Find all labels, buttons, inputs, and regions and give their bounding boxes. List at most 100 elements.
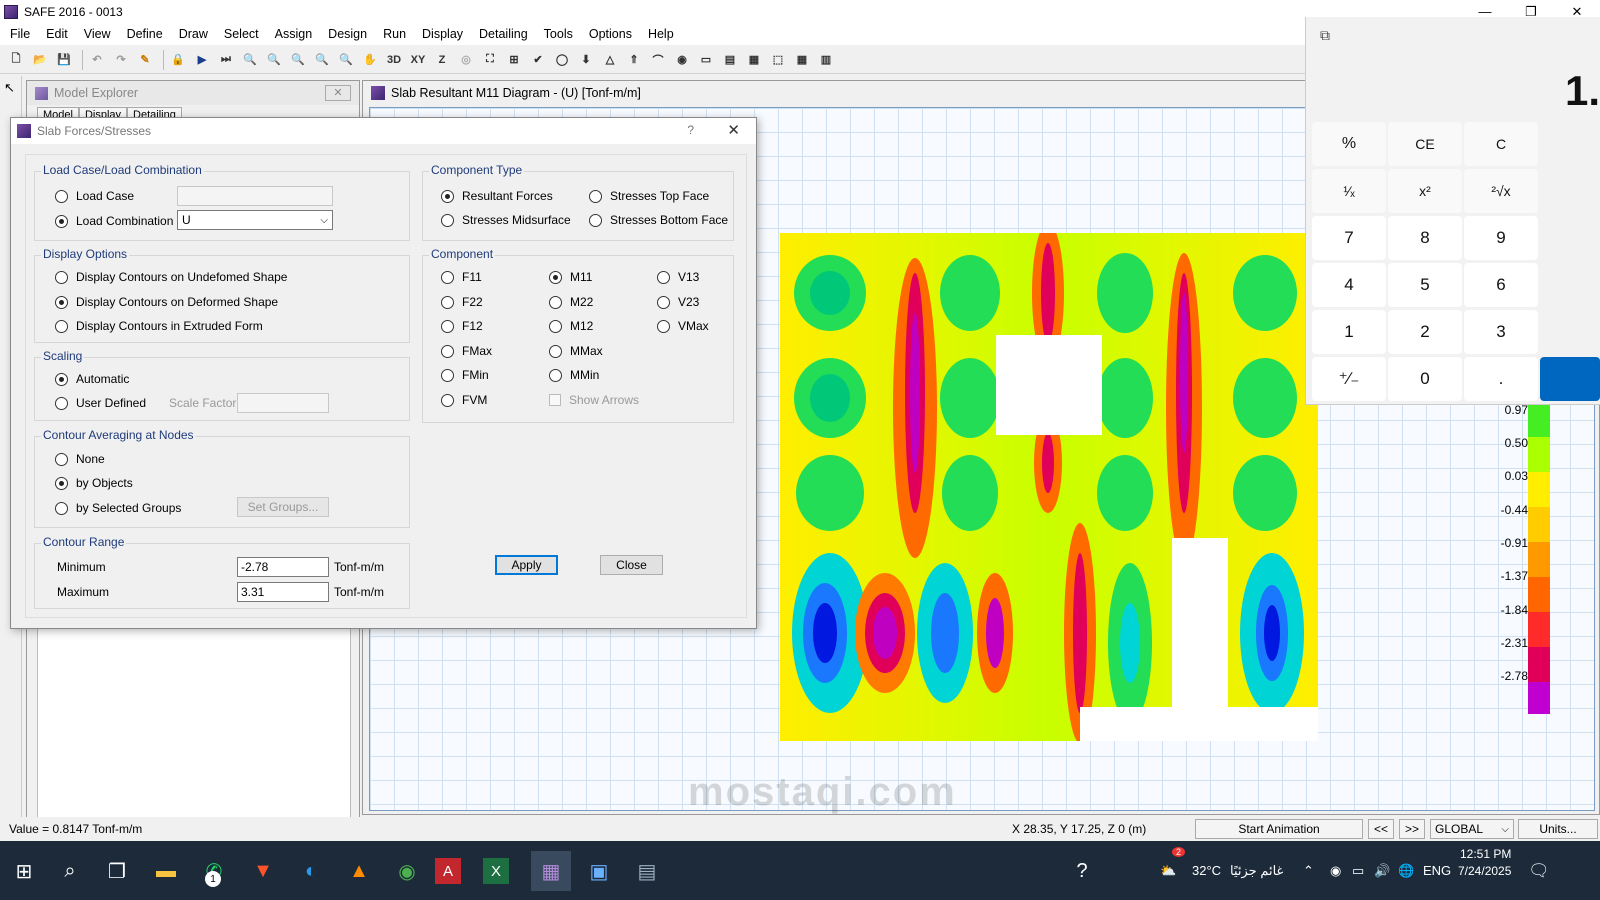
- extruded-radio[interactable]: [55, 319, 68, 333]
- run-all-icon[interactable]: ⏭: [216, 50, 236, 70]
- pencil-icon[interactable]: ✎: [135, 50, 155, 70]
- support-icon[interactable]: ⇑: [624, 50, 644, 70]
- view-xy-button[interactable]: XY: [408, 50, 428, 70]
- view-z-button[interactable]: Z: [432, 50, 452, 70]
- strip-icon[interactable]: ▭: [696, 50, 716, 70]
- fvm-radio[interactable]: [441, 393, 454, 407]
- rotate-icon[interactable]: ◎: [456, 50, 476, 70]
- language-indicator[interactable]: ENG: [1423, 841, 1451, 900]
- run-analysis-icon[interactable]: ▶: [192, 50, 212, 70]
- explorer-tree[interactable]: [37, 626, 351, 826]
- close-button[interactable]: Close: [600, 555, 663, 575]
- m22-radio[interactable]: [549, 295, 562, 309]
- f22-radio[interactable]: [441, 295, 454, 309]
- safe-taskbar-icon[interactable]: ▦: [531, 851, 571, 891]
- calc-key-equals[interactable]: [1540, 357, 1600, 401]
- menu-detailing[interactable]: Detailing: [479, 27, 528, 41]
- zoom-out-icon[interactable]: 🔍: [336, 50, 356, 70]
- calc-key-7[interactable]: 7: [1312, 216, 1386, 260]
- calc-key-negate[interactable]: ⁺∕₋: [1312, 357, 1386, 401]
- calc-key-8[interactable]: 8: [1388, 216, 1462, 260]
- stresses-bottom-radio[interactable]: [589, 213, 602, 227]
- averaging-none-radio[interactable]: [55, 452, 68, 466]
- mmin-radio[interactable]: [549, 368, 562, 382]
- units-button[interactable]: Units...: [1518, 819, 1598, 839]
- pan-icon[interactable]: ✋: [360, 50, 380, 70]
- pointer-icon[interactable]: ↖: [4, 80, 17, 96]
- table-icon[interactable]: ▦: [744, 50, 764, 70]
- photos-icon[interactable]: ▣: [579, 851, 619, 891]
- task-view-icon[interactable]: ❐: [97, 851, 137, 891]
- undeformed-radio[interactable]: [55, 270, 68, 284]
- camera-icon[interactable]: ◉: [672, 50, 692, 70]
- meet-now-icon[interactable]: ◉: [1330, 841, 1341, 900]
- display-icon[interactable]: ▤: [720, 50, 740, 70]
- help-circle-icon[interactable]: ?: [1062, 851, 1102, 891]
- calc-key-5[interactable]: 5: [1388, 263, 1462, 307]
- fmax-radio[interactable]: [441, 344, 454, 358]
- start-animation-button[interactable]: Start Animation: [1195, 819, 1363, 839]
- view-3d-button[interactable]: 3D: [384, 50, 404, 70]
- notifications-icon[interactable]: 🗨: [1528, 841, 1550, 900]
- chrome-icon[interactable]: ◉: [387, 851, 427, 891]
- calc-key-sqrt[interactable]: ²√x: [1464, 169, 1538, 213]
- restore-icon[interactable]: ⧉: [1320, 27, 1330, 44]
- windows-start-icon[interactable]: ⊞: [4, 851, 44, 891]
- f11-radio[interactable]: [441, 270, 454, 284]
- calc-key-0[interactable]: 0: [1388, 357, 1462, 401]
- coordinate-system-select[interactable]: GLOBAL ⌵: [1430, 819, 1514, 839]
- automatic-radio[interactable]: [55, 372, 68, 386]
- by-objects-radio[interactable]: [55, 476, 68, 490]
- chevron-up-icon[interactable]: ⌃: [1303, 841, 1314, 900]
- m12-radio[interactable]: [549, 319, 562, 333]
- show-arrows-checkbox[interactable]: [549, 394, 561, 406]
- vlc-icon[interactable]: ▲: [339, 851, 379, 891]
- spreadsheet-icon[interactable]: ▦: [792, 50, 812, 70]
- f12-radio[interactable]: [441, 319, 454, 333]
- v13-radio[interactable]: [657, 270, 670, 284]
- stresses-top-radio[interactable]: [589, 189, 602, 203]
- stresses-mid-radio[interactable]: [441, 213, 454, 227]
- minimum-field[interactable]: -2.78: [237, 557, 329, 577]
- load-combination-radio[interactable]: [55, 214, 68, 228]
- file-explorer-icon[interactable]: ▬: [146, 851, 186, 891]
- explorer-close-button[interactable]: ✕: [325, 85, 351, 101]
- menu-design[interactable]: Design: [328, 27, 367, 41]
- menu-help[interactable]: Help: [648, 27, 674, 41]
- report-icon[interactable]: ▥: [816, 50, 836, 70]
- perspective-icon[interactable]: ⛶: [480, 50, 500, 70]
- menu-options[interactable]: Options: [589, 27, 632, 41]
- check-icon[interactable]: ✔: [528, 50, 548, 70]
- by-groups-radio[interactable]: [55, 501, 68, 515]
- previous-button[interactable]: <<: [1368, 819, 1394, 839]
- select-icon[interactable]: ⬚: [768, 50, 788, 70]
- lock-icon[interactable]: 🔒: [168, 50, 188, 70]
- menu-display[interactable]: Display: [422, 27, 463, 41]
- zoom-in-icon[interactable]: 🔍: [312, 50, 332, 70]
- save-icon[interactable]: 💾: [54, 50, 74, 70]
- calc-key-c[interactable]: C: [1464, 122, 1538, 166]
- circle-icon[interactable]: ◯: [552, 50, 572, 70]
- load-case-radio[interactable]: [55, 189, 68, 203]
- edge-icon[interactable]: ◐: [291, 851, 331, 891]
- zoom-window-icon[interactable]: 🔍: [240, 50, 260, 70]
- load-combination-select[interactable]: U ⌵: [177, 210, 333, 230]
- menu-tools[interactable]: Tools: [544, 27, 573, 41]
- zoom-restore-icon[interactable]: 🔍: [264, 50, 284, 70]
- triangle-icon[interactable]: △: [600, 50, 620, 70]
- user-defined-radio[interactable]: [55, 396, 68, 410]
- globe-icon[interactable]: 🌐: [1398, 841, 1414, 900]
- help-button[interactable]: ?: [687, 123, 694, 137]
- calc-key-3[interactable]: 3: [1464, 310, 1538, 354]
- calc-key-2[interactable]: 2: [1388, 310, 1462, 354]
- menu-define[interactable]: Define: [127, 27, 163, 41]
- load-icon[interactable]: ⬇: [576, 50, 596, 70]
- clock-date[interactable]: 7/24/2025: [1458, 864, 1511, 878]
- calc-key-reciprocal[interactable]: ¹⁄ₓ: [1312, 169, 1386, 213]
- fmin-radio[interactable]: [441, 368, 454, 382]
- excel-icon[interactable]: X: [483, 858, 509, 884]
- network-icon[interactable]: ▭: [1352, 841, 1364, 900]
- menu-select[interactable]: Select: [224, 27, 259, 41]
- autocad-icon[interactable]: A: [435, 858, 461, 884]
- calc-key-decimal[interactable]: .: [1464, 357, 1538, 401]
